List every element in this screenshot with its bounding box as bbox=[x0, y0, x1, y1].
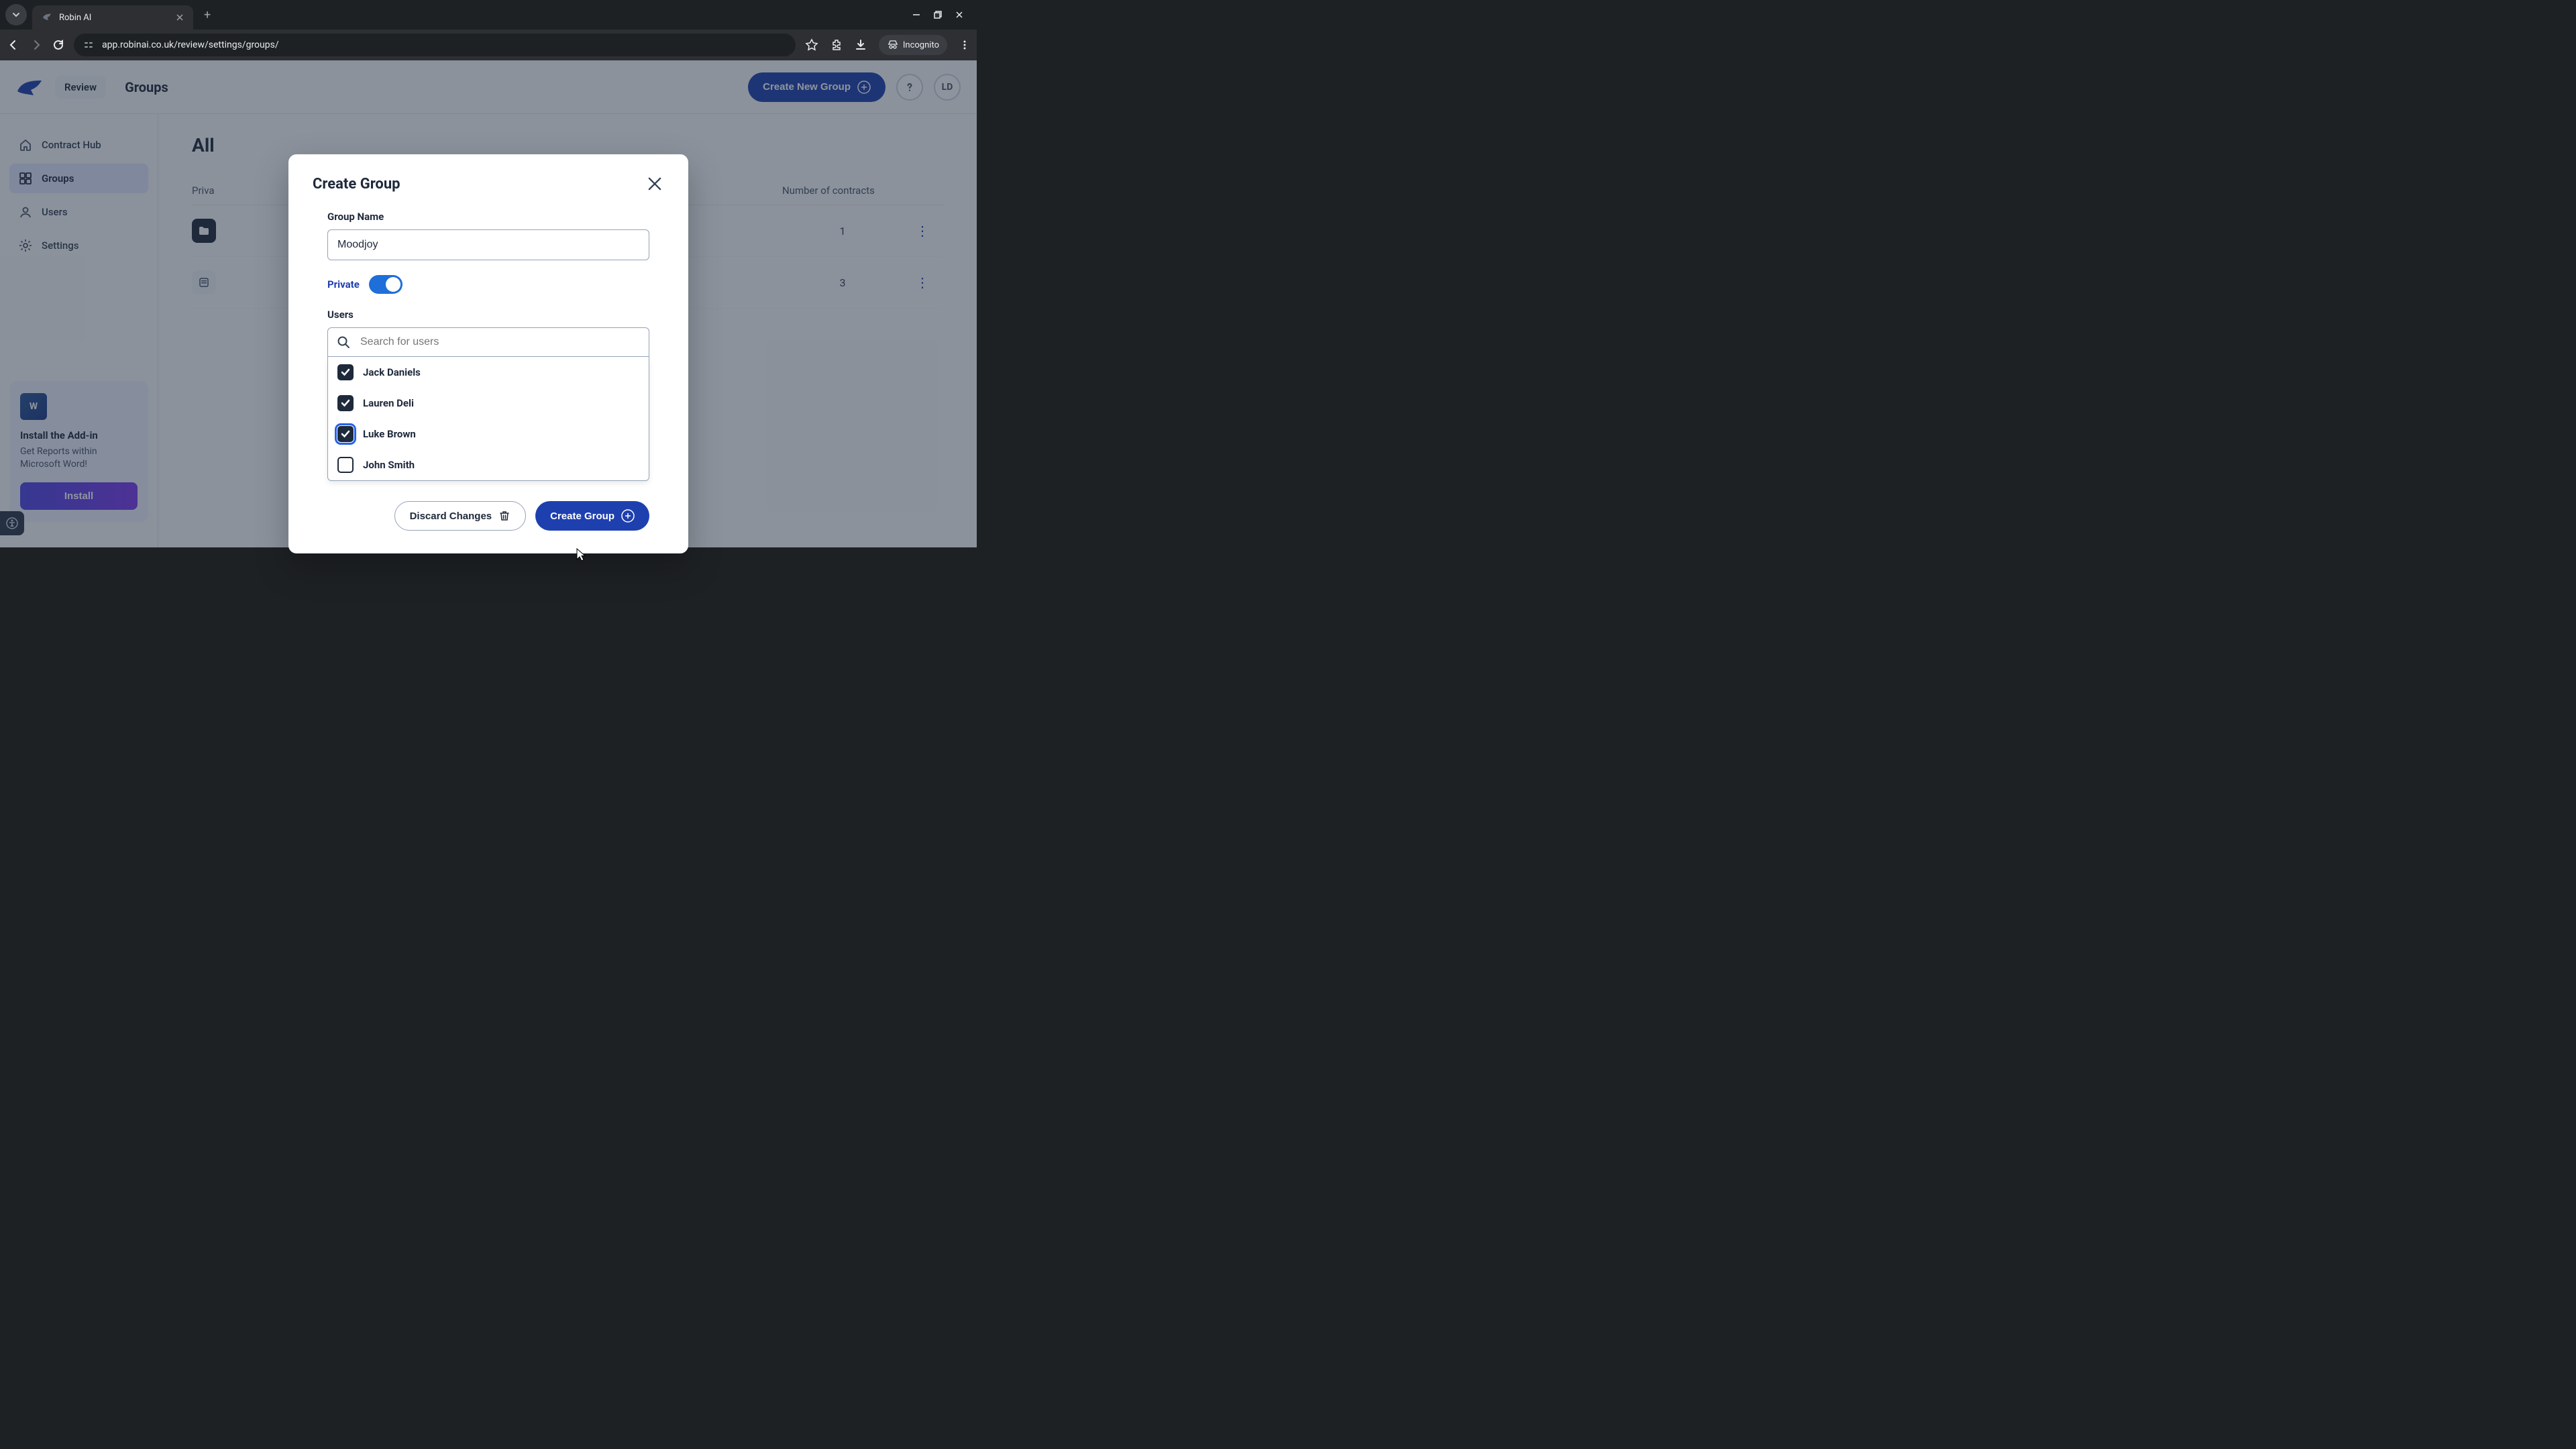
group-name-label: Group Name bbox=[327, 211, 649, 223]
search-icon bbox=[337, 335, 350, 349]
users-label: Users bbox=[327, 309, 649, 321]
modal-title: Create Group bbox=[313, 176, 400, 193]
user-checkbox[interactable] bbox=[337, 426, 354, 442]
nav-reload-icon[interactable] bbox=[52, 39, 64, 51]
discard-changes-button[interactable]: Discard Changes bbox=[394, 501, 527, 531]
tab-search-dropdown[interactable] bbox=[5, 4, 27, 25]
window-minimize-icon[interactable] bbox=[912, 11, 920, 19]
user-name-label: John Smith bbox=[363, 459, 415, 471]
incognito-icon bbox=[887, 39, 899, 51]
group-name-input[interactable] bbox=[327, 229, 649, 260]
private-label: Private bbox=[327, 278, 360, 290]
user-search-input[interactable] bbox=[327, 327, 649, 357]
user-checkbox[interactable] bbox=[337, 395, 354, 411]
user-name-label: Jack Daniels bbox=[363, 366, 421, 378]
discard-label: Discard Changes bbox=[410, 511, 492, 522]
site-info-icon[interactable] bbox=[83, 40, 94, 50]
nav-forward-icon bbox=[30, 38, 43, 52]
user-list-item[interactable]: John Smith bbox=[328, 449, 649, 480]
user-name-label: Lauren Deli bbox=[363, 397, 414, 409]
new-tab-button[interactable]: + bbox=[199, 5, 216, 25]
create-group-modal: Create Group Group Name Private Users Ja… bbox=[288, 154, 688, 553]
incognito-badge[interactable]: Incognito bbox=[879, 35, 947, 55]
plus-circle-icon bbox=[621, 509, 635, 523]
user-list-item[interactable]: Lauren Deli bbox=[328, 388, 649, 419]
browser-menu-icon[interactable] bbox=[959, 40, 970, 50]
url-text: app.robinai.co.uk/review/settings/groups… bbox=[102, 40, 279, 50]
url-bar[interactable]: app.robinai.co.uk/review/settings/groups… bbox=[74, 34, 796, 56]
create-label: Create Group bbox=[550, 511, 614, 522]
browser-tab[interactable]: Robin AI bbox=[32, 5, 193, 30]
user-name-label: Luke Brown bbox=[363, 428, 416, 440]
user-list-item[interactable]: Luke Brown bbox=[328, 419, 649, 449]
private-toggle[interactable] bbox=[369, 275, 402, 294]
bookmark-icon[interactable] bbox=[805, 38, 818, 52]
user-checkbox[interactable] bbox=[337, 364, 354, 380]
close-icon[interactable] bbox=[645, 174, 664, 193]
nav-back-icon[interactable] bbox=[7, 38, 20, 52]
window-close-icon[interactable] bbox=[955, 11, 963, 19]
incognito-label: Incognito bbox=[903, 40, 939, 50]
tab-close-icon[interactable] bbox=[176, 13, 184, 21]
downloads-icon[interactable] bbox=[855, 39, 867, 51]
create-group-submit-button[interactable]: Create Group bbox=[535, 501, 649, 531]
window-maximize-icon[interactable] bbox=[934, 11, 942, 19]
extensions-icon[interactable] bbox=[830, 39, 843, 51]
trash-icon bbox=[498, 510, 511, 522]
robin-favicon-icon bbox=[42, 12, 52, 23]
tab-title: Robin AI bbox=[59, 13, 169, 23]
user-checkbox[interactable] bbox=[337, 457, 354, 473]
user-list-item[interactable]: Jack Daniels bbox=[328, 357, 649, 388]
